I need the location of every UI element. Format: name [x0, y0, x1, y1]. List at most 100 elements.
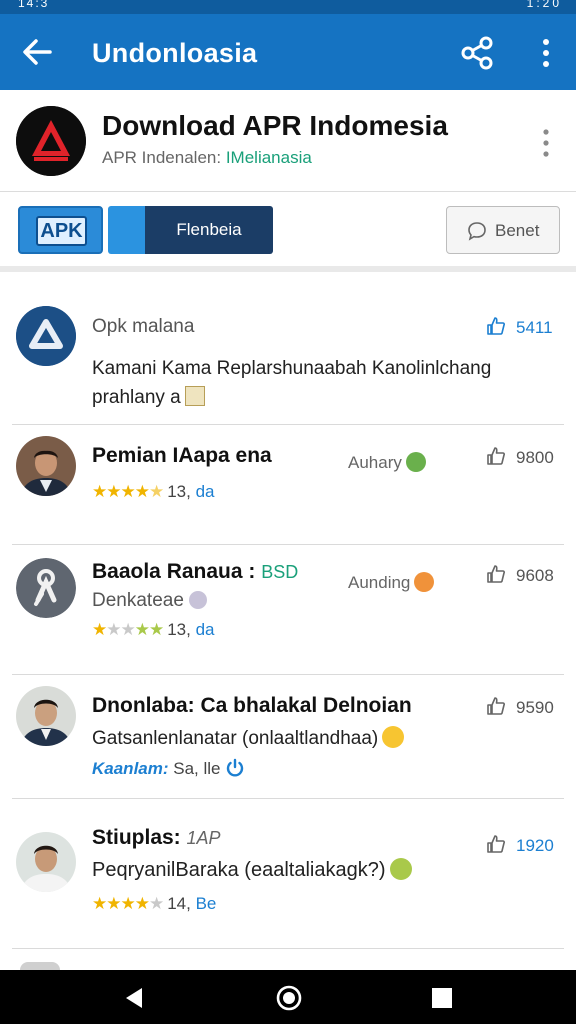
power-icon[interactable] — [225, 758, 245, 778]
list-item[interactable]: Opk malana 5411 Kamani Kama Replarshunaa… — [12, 278, 564, 424]
thumb-up-icon — [487, 835, 505, 853]
app-bar: Undonloasia — [0, 14, 576, 90]
developer-link[interactable]: IMelianasia — [226, 148, 312, 167]
avatar — [16, 686, 76, 746]
tag-badge-icon — [405, 452, 426, 472]
developer-label: APR Indenalen: — [102, 148, 222, 167]
item-text-value: Denkateae — [92, 590, 184, 611]
item-title-badge: BSD — [261, 562, 299, 582]
item-text: PeqryanilBaraka (eaaltaliakagk?) — [92, 858, 412, 882]
rating: ★★★★★ 13, da — [92, 482, 215, 502]
rating-stars: ★★★★★ — [92, 894, 164, 913]
app-logo — [16, 106, 86, 176]
item-tag: Auhary — [348, 452, 426, 473]
item-text: Denkateae — [92, 590, 208, 612]
status-clock: 1:20 — [526, 0, 562, 10]
header-more-icon[interactable] — [540, 128, 552, 158]
item-text: Gatsanlenlanatar (onlaaltlandhaa) — [92, 726, 405, 750]
item-meta-rest: Sa, lle — [173, 759, 221, 778]
divider — [12, 948, 564, 949]
avatar — [16, 832, 76, 892]
item-tag: Aunding — [348, 572, 435, 593]
grin-emoji-icon — [382, 726, 405, 748]
avatar — [16, 436, 76, 496]
item-text-2-value: prahlany a — [92, 387, 181, 408]
item-text-2: prahlany a — [92, 386, 205, 409]
like-count-value: 1920 — [516, 836, 554, 855]
item-text-value: Gatsanlenlanatar (onlaaltlandhaa) — [92, 728, 379, 749]
benet-label: Benet — [495, 221, 540, 240]
item-tag-label: Aunding — [348, 573, 411, 592]
rating-stars: ★★★★★ — [92, 620, 164, 639]
rating-suffix[interactable]: Be — [196, 894, 217, 913]
rating-suffix[interactable]: da — [196, 620, 215, 639]
benet-button[interactable]: Benet — [446, 206, 560, 254]
sticker-icon — [184, 386, 205, 406]
apk-label: APK — [36, 216, 87, 246]
app-developer: APR Indenalen: IMelianasia — [102, 148, 312, 168]
like-count-value: 9800 — [516, 448, 554, 467]
like-count-value: 9590 — [516, 698, 554, 717]
comment-list: Opk malana 5411 Kamani Kama Replarshunaa… — [0, 278, 576, 970]
nav-home-icon[interactable] — [275, 984, 303, 1012]
app-bar-title: Undonloasia — [92, 38, 258, 68]
more-vert-icon[interactable] — [534, 38, 558, 68]
app-header: Download APR Indomesia APR Indenalen: IM… — [0, 90, 576, 192]
thumb-up-icon — [487, 317, 505, 335]
list-item[interactable]: Stiuplas: 1AP 1920 PeqryanilBaraka (eaal… — [12, 798, 564, 948]
item-title-extra: 1AP — [186, 828, 221, 848]
item-text: Kamani Kama Replarshunaabah Kanolinlchan… — [92, 358, 492, 379]
like-count-value: 9608 — [516, 566, 554, 585]
apk-button[interactable]: APK — [18, 206, 103, 254]
download-segment-button[interactable]: Flenbeia — [108, 206, 273, 254]
tag-badge-icon — [414, 572, 435, 592]
item-meta-accent[interactable]: Kaanlam: — [92, 759, 169, 778]
like-count[interactable]: 9800 — [486, 446, 564, 468]
system-nav-bar — [0, 970, 576, 1024]
share-icon[interactable] — [460, 36, 494, 70]
status-bar: 14:3 1:20 — [0, 0, 576, 14]
rating-value: 13, — [167, 620, 191, 639]
like-count[interactable]: 9608 — [486, 564, 564, 586]
item-title: Dnonlaba: Ca bhalakal Delnoian — [92, 694, 412, 717]
item-title-text: Stiuplas: — [92, 826, 181, 849]
status-time: 14:3 — [18, 0, 50, 10]
chat-bubble-icon — [468, 222, 486, 241]
rating-value: 13, — [167, 482, 191, 501]
item-meta: Kaanlam: Sa, lle — [92, 758, 245, 779]
rating-stars: ★★★★★ — [92, 482, 164, 501]
list-item[interactable]: Pemian IAapa ena Auhary 9800 ★★★★★ 13, da — [12, 424, 564, 544]
item-title: Opk malana — [92, 316, 195, 337]
item-title: Pemian IAapa ena — [92, 444, 272, 467]
item-title: Baaola Ranaua : BSD — [92, 560, 298, 584]
like-count[interactable]: 9590 — [486, 696, 564, 718]
segment-left[interactable] — [108, 206, 145, 254]
avatar — [16, 306, 76, 366]
nav-back-icon[interactable] — [122, 986, 146, 1010]
list-item[interactable]: Dnonlaba: Ca bhalakal Delnoian 9590 Gats… — [12, 674, 564, 798]
item-title: Stiuplas: 1AP — [92, 826, 221, 850]
app-name: Download APR Indomesia — [102, 110, 448, 141]
rating-value: 14, — [167, 894, 191, 913]
item-text-value: PeqryanilBaraka (eaaltaliakagk?) — [92, 859, 386, 881]
back-arrow-icon[interactable] — [20, 36, 54, 68]
action-row: APK Flenbeia Benet — [0, 192, 576, 272]
sick-emoji-icon — [389, 858, 412, 880]
rating: ★★★★★ 14, Be — [92, 894, 216, 914]
list-item[interactable]: Baaola Ranaua : BSD Aunding 9608 Denkate… — [12, 544, 564, 674]
avatar — [16, 558, 76, 618]
thumb-up-icon — [487, 565, 505, 583]
nav-recents-icon[interactable] — [431, 987, 453, 1009]
rating-suffix[interactable]: da — [196, 482, 215, 501]
thumb-up-icon — [487, 447, 505, 465]
next-avatar-peek — [20, 962, 60, 970]
reaction-icon — [189, 591, 208, 609]
item-title-text: Baaola Ranaua : — [92, 560, 256, 583]
thumb-up-icon — [487, 697, 505, 715]
segment-label[interactable]: Flenbeia — [145, 206, 273, 254]
item-tag-label: Auhary — [348, 453, 402, 472]
like-count-value: 5411 — [516, 318, 553, 337]
rating: ★★★★★ 13, da — [92, 620, 215, 640]
like-count[interactable]: 1920 — [486, 834, 564, 856]
like-count[interactable]: 5411 — [486, 316, 564, 338]
